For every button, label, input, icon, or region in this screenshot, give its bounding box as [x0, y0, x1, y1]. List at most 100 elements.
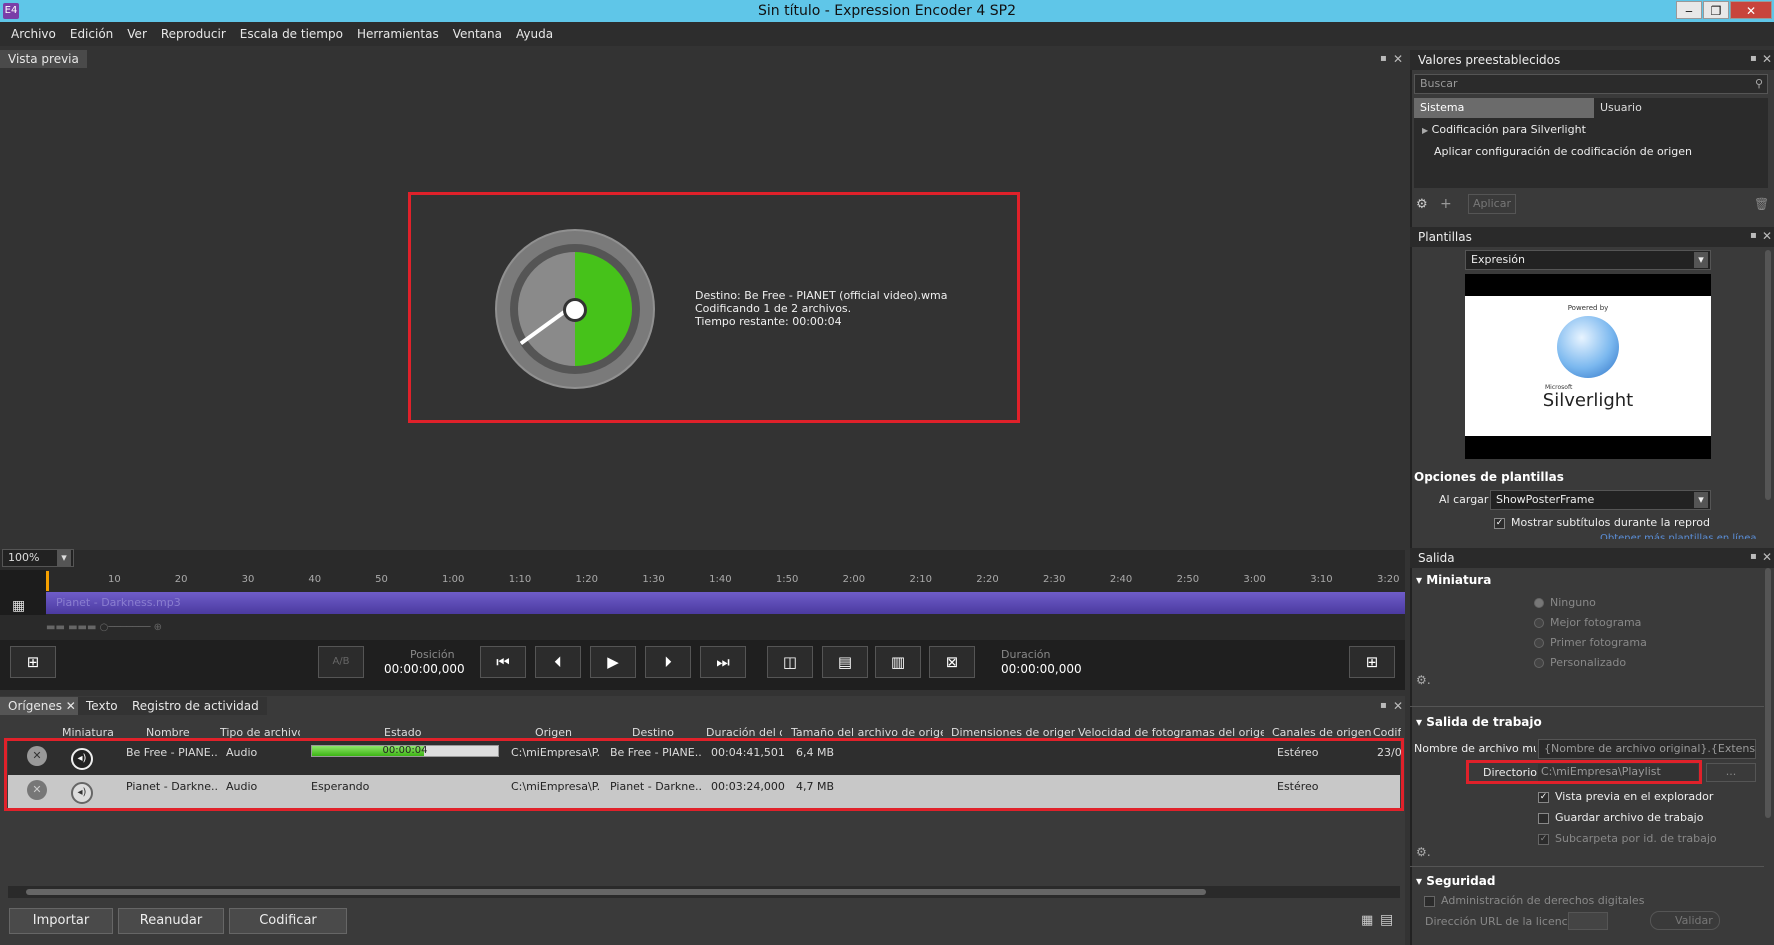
next-frame-button[interactable]: ⏵: [645, 646, 691, 678]
checkbox-checked-icon: ✓: [1538, 833, 1549, 845]
preview-explorer-checkbox[interactable]: ✓ Vista previa en el explorador: [1538, 790, 1713, 803]
radio-label: Primer fotograma: [1550, 636, 1647, 649]
menu-reproducir[interactable]: Reproducir: [154, 27, 233, 41]
job-output-label: Salida de trabajo: [1426, 715, 1542, 729]
pin-icon[interactable]: ▪: [1380, 700, 1387, 711]
gear-icon[interactable]: ⚙․: [1416, 673, 1431, 687]
menu-ayuda[interactable]: Ayuda: [509, 27, 560, 41]
resume-button[interactable]: Reanudar: [118, 908, 224, 934]
trash-icon[interactable]: 🗑: [1754, 197, 1769, 211]
checkbox-label: Guardar archivo de trabajo: [1555, 811, 1704, 824]
ab-compare-button[interactable]: A/B: [318, 646, 364, 678]
job-output-section-header[interactable]: ▾ Salida de trabajo: [1416, 715, 1542, 729]
pin-icon[interactable]: ▪: [1380, 53, 1387, 64]
play-button[interactable]: ▶: [590, 646, 636, 678]
go-to-start-button[interactable]: ⏮: [480, 646, 526, 678]
security-section-header[interactable]: ▾ Seguridad: [1416, 874, 1495, 888]
template-select[interactable]: Expresión ▾: [1465, 250, 1711, 270]
list-item[interactable]: Aplicar configuración de codificación de…: [1434, 145, 1692, 158]
thumbnail-section-header[interactable]: ▾ Miniatura: [1416, 573, 1491, 587]
subfolder-checkbox[interactable]: ✓ Subcarpeta por id. de trabajo: [1538, 832, 1717, 845]
radio-primer-fotograma[interactable]: Primer fotograma: [1534, 636, 1647, 649]
timeline-zoom-slider[interactable]: ▬▬ ▬▬▬ ○─────── ⊕: [46, 622, 246, 636]
templates-scrollbar[interactable]: [1765, 250, 1771, 500]
close-panel-icon[interactable]: ✕: [1393, 52, 1403, 66]
tab-usuario[interactable]: Usuario: [1594, 98, 1768, 118]
audio-track-clip[interactable]: Pianet - Darkness.mp3: [46, 592, 1405, 614]
timeline-tick: 2:20: [976, 574, 999, 585]
mark-out-button[interactable]: ▥: [875, 646, 921, 678]
tab-sistema[interactable]: Sistema: [1414, 98, 1594, 118]
previous-frame-button[interactable]: ⏴: [535, 646, 581, 678]
timeline-tick: 40: [308, 574, 322, 585]
radio-ninguno[interactable]: Ninguno: [1534, 596, 1596, 609]
tab-vista-previa[interactable]: Vista previa: [0, 50, 87, 68]
powered-by-text: Powered by: [1567, 304, 1609, 312]
app-icon: E4: [3, 3, 19, 19]
directory-input[interactable]: C:\miEmpresa\Playlist: [1538, 764, 1698, 781]
pin-icon[interactable]: ▪: [1750, 53, 1757, 64]
license-url-input[interactable]: [1568, 912, 1608, 930]
filename-input[interactable]: {Nombre de archivo original}.{Extensió: [1538, 739, 1756, 759]
radio-personalizado[interactable]: Personalizado: [1534, 656, 1626, 669]
list-view-icon[interactable]: ▤: [1380, 912, 1393, 928]
horizontal-scrollbar[interactable]: [8, 886, 1400, 898]
zoom-select[interactable]: 100% ▾: [2, 549, 74, 567]
browse-directory-button[interactable]: ...: [1706, 763, 1756, 782]
go-to-end-button[interactable]: ⏭: [700, 646, 746, 678]
on-load-select[interactable]: ShowPosterFrame ▾: [1490, 490, 1711, 510]
split-clip-button[interactable]: ◫: [767, 646, 813, 678]
checkbox-icon: [1538, 812, 1549, 824]
radio-mejor-fotograma[interactable]: Mejor fotograma: [1534, 616, 1641, 629]
scrollbar-thumb[interactable]: [26, 889, 1206, 895]
close-panel-icon[interactable]: ✕: [1762, 52, 1772, 66]
timeline-tick: 1:20: [575, 574, 598, 585]
output-scrollbar[interactable]: [1765, 568, 1771, 818]
playhead[interactable]: [46, 571, 49, 591]
save-job-checkbox[interactable]: Guardar archivo de trabajo: [1538, 811, 1703, 824]
add-leader-button[interactable]: ⊞: [1349, 646, 1395, 678]
tab-origenes[interactable]: Orígenes ✕: [0, 697, 84, 715]
more-templates-link[interactable]: Obtener más plantillas en línea: [1600, 533, 1760, 539]
close-window-button[interactable]: ✕: [1730, 1, 1772, 19]
subtitles-checkbox[interactable]: ✓ Mostrar subtítulos durante la reproducc: [1494, 516, 1710, 529]
presets-search-input[interactable]: Buscar ⚲: [1414, 74, 1768, 94]
menu-edicion[interactable]: Edición: [63, 27, 120, 41]
encode-button[interactable]: Codificar: [229, 908, 347, 934]
menu-archivo[interactable]: Archivo: [4, 27, 63, 41]
apply-preset-button[interactable]: Aplicar: [1468, 194, 1516, 214]
menu-herramientas[interactable]: Herramientas: [350, 27, 446, 41]
license-url-label: Dirección URL de la licencia: [1425, 915, 1578, 928]
divider: [1410, 706, 1764, 707]
gear-icon[interactable]: ⚙: [1416, 197, 1428, 212]
restore-button[interactable]: ❐: [1703, 1, 1729, 19]
timeline-tick: 1:30: [642, 574, 665, 585]
menu-ventana[interactable]: Ventana: [446, 27, 509, 41]
tab-registro-actividad[interactable]: Registro de actividad: [124, 697, 267, 715]
remove-segment-button[interactable]: ⊠: [929, 646, 975, 678]
add-preset-icon[interactable]: +: [1440, 196, 1452, 212]
gear-icon[interactable]: ⚙․: [1416, 845, 1431, 859]
close-panel-icon[interactable]: ✕: [1762, 229, 1772, 243]
drm-checkbox[interactable]: Administración de derechos digitales: [1424, 894, 1644, 907]
close-panel-icon[interactable]: ✕: [1762, 550, 1772, 564]
close-panel-icon[interactable]: ✕: [1393, 699, 1403, 713]
minimize-button[interactable]: ‒: [1676, 1, 1702, 19]
add-marker-button[interactable]: ⊞: [10, 646, 56, 678]
track-label: Pianet - Darkness.mp3: [56, 596, 181, 609]
timeline-tick: 2:30: [1043, 574, 1066, 585]
menu-escala-de-tiempo[interactable]: Escala de tiempo: [233, 27, 350, 41]
mark-in-button[interactable]: ▤: [822, 646, 868, 678]
import-button[interactable]: Importar: [9, 908, 113, 934]
menu-ver[interactable]: Ver: [120, 27, 154, 41]
validate-button[interactable]: Validar: [1650, 911, 1720, 930]
timeline-tick: 2:50: [1176, 574, 1200, 585]
pin-icon[interactable]: ▪: [1750, 551, 1757, 562]
pin-icon[interactable]: ▪: [1750, 230, 1757, 241]
filmstrip-icon: ▦: [12, 598, 26, 614]
list-item[interactable]: ▶ Codificación para Silverlight: [1422, 123, 1586, 136]
grid-view-icon[interactable]: ▦: [1361, 913, 1373, 928]
tab-texto[interactable]: Texto: [78, 697, 126, 715]
radio-icon: [1534, 618, 1544, 628]
close-tab-icon[interactable]: ✕: [66, 699, 76, 713]
